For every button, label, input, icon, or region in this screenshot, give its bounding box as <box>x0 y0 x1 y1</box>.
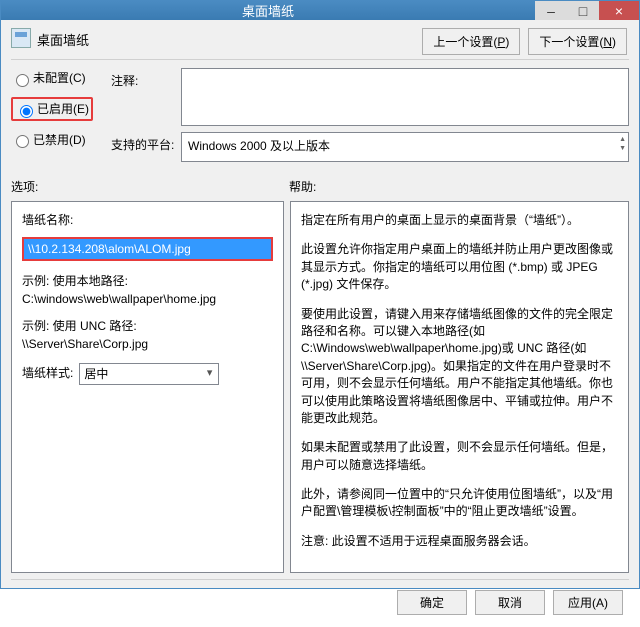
comment-label: 注释: <box>111 68 181 126</box>
help-label: 帮助: <box>289 178 316 195</box>
comment-textarea[interactable] <box>181 68 629 126</box>
content-area: 桌面墙纸 上一个设置(P) 下一个设置(N) 未配置(C) 已启用(E) 已禁用… <box>1 20 639 627</box>
help-p3: 要使用此设置，请键入用来存储墙纸图像的文件的完全限定路径和名称。可以键入本地路径… <box>301 306 618 428</box>
style-select[interactable]: 居中 <box>79 363 219 385</box>
platform-value: Windows 2000 及以上版本 <box>188 139 330 153</box>
window-title: 桌面墙纸 <box>1 1 535 20</box>
help-p5: 此外，请参阅同一位置中的“只允许使用位图墙纸”，以及“用户配置\管理模板\控制面… <box>301 486 618 521</box>
radio-disabled[interactable]: 已禁用(D) <box>11 131 111 149</box>
minimize-button[interactable]: – <box>535 1 567 20</box>
platform-label: 支持的平台: <box>111 132 181 162</box>
policy-header: 桌面墙纸 上一个设置(P) 下一个设置(N) <box>11 28 629 49</box>
previous-setting-button[interactable]: 上一个设置(P) <box>422 28 520 55</box>
apply-button[interactable]: 应用(A) <box>553 590 623 615</box>
next-setting-button[interactable]: 下一个设置(N) <box>528 28 627 55</box>
policy-name: 桌面墙纸 <box>37 28 89 49</box>
hint-unc: 示例: 使用 UNC 路径: \\Server\Share\Corp.jpg <box>22 318 273 353</box>
radio-enabled-input[interactable] <box>20 105 33 118</box>
state-radio-group: 未配置(C) 已启用(E) 已禁用(D) <box>11 68 111 158</box>
config-row: 未配置(C) 已启用(E) 已禁用(D) 注释: 支持的平台: Windows <box>11 68 629 168</box>
hint-local: 示例: 使用本地路径: C:\windows\web\wallpaper\hom… <box>22 273 273 308</box>
ok-button[interactable]: 确定 <box>397 590 467 615</box>
wallpaper-path-input[interactable] <box>22 237 273 261</box>
help-p6: 注意: 此设置不适用于远程桌面服务器会话。 <box>301 533 618 550</box>
wallpaper-name-label: 墙纸名称: <box>22 212 273 229</box>
platform-box: Windows 2000 及以上版本 <box>181 132 629 162</box>
options-pane: 墙纸名称: 示例: 使用本地路径: C:\windows\web\wallpap… <box>11 201 284 573</box>
config-right: 注释: 支持的平台: Windows 2000 及以上版本 <box>111 68 629 168</box>
style-row: 墙纸样式: 居中 <box>22 363 273 385</box>
help-p1: 指定在所有用户的桌面上显示的桌面背景（“墙纸”）。 <box>301 212 618 229</box>
footer-buttons: 确定 取消 应用(A) <box>11 579 629 621</box>
radio-not-configured[interactable]: 未配置(C) <box>11 69 111 87</box>
separator <box>11 59 629 60</box>
help-p2: 此设置允许你指定用户桌面上的墙纸并防止用户更改图像或其显示方式。你指定的墙纸可以… <box>301 241 618 293</box>
wallpaper-policy-icon <box>11 28 31 48</box>
style-value: 居中 <box>84 367 108 381</box>
help-pane: 指定在所有用户的桌面上显示的桌面背景（“墙纸”）。 此设置允许你指定用户桌面上的… <box>290 201 629 573</box>
style-label: 墙纸样式: <box>22 365 73 382</box>
options-label: 选项: <box>11 178 289 195</box>
policy-editor-window: 桌面墙纸 – □ × 桌面墙纸 上一个设置(P) 下一个设置(N) 未配置(C)… <box>0 0 640 589</box>
radio-disabled-input[interactable] <box>16 135 29 148</box>
titlebar[interactable]: 桌面墙纸 – □ × <box>1 1 639 20</box>
radio-not-configured-input[interactable] <box>16 74 29 87</box>
cancel-button[interactable]: 取消 <box>475 590 545 615</box>
help-p4: 如果未配置或禁用了此设置，则不会显示任何墙纸。但是，用户可以随意选择墙纸。 <box>301 439 618 474</box>
mid-labels: 选项: 帮助: <box>11 178 629 195</box>
radio-enabled[interactable]: 已启用(E) <box>11 97 111 121</box>
maximize-button[interactable]: □ <box>567 1 599 20</box>
window-buttons: – □ × <box>535 1 639 20</box>
panes: 墙纸名称: 示例: 使用本地路径: C:\windows\web\wallpap… <box>11 201 629 573</box>
close-button[interactable]: × <box>599 1 639 20</box>
